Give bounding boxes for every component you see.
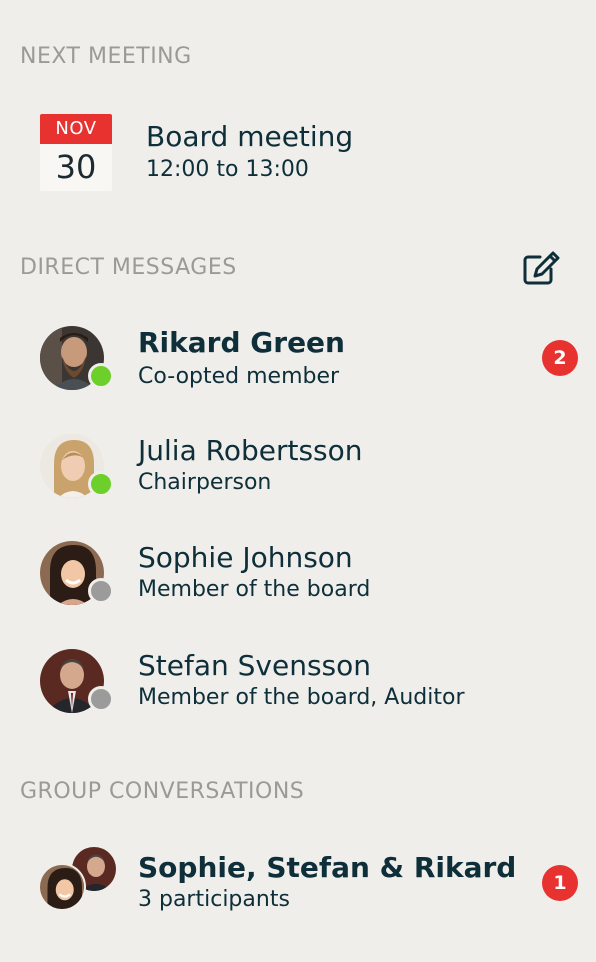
offline-status-indicator xyxy=(88,686,114,712)
contact-name: Julia Robertsson xyxy=(138,434,363,467)
contact-role: Member of the board xyxy=(138,577,371,602)
meeting-time: 12:00 to 13:00 xyxy=(146,157,309,182)
calendar-day: 30 xyxy=(55,148,97,186)
unread-count-badge: 1 xyxy=(542,865,578,901)
dm-item-rikard-green[interactable]: Rikard Green Co-opted member 2 xyxy=(0,310,596,410)
online-status-indicator xyxy=(88,471,114,497)
calendar-date-tile: NOV 30 xyxy=(40,114,112,191)
avatar xyxy=(38,863,86,911)
dm-item-stefan-svensson[interactable]: Stefan Svensson Member of the board, Aud… xyxy=(0,633,596,733)
contact-role: Co-opted member xyxy=(138,364,340,389)
offline-status-indicator xyxy=(88,578,114,604)
calendar-month: NOV xyxy=(40,114,112,144)
compose-icon xyxy=(523,251,560,285)
compose-message-button[interactable] xyxy=(522,250,562,286)
dm-item-julia-robertsson[interactable]: Julia Robertsson Chairperson xyxy=(0,418,596,518)
group-item-sophie-stefan-rikard[interactable]: Sophie, Stefan & Rikard 3 participants 1 xyxy=(0,835,596,935)
section-title-direct-messages: DIRECT MESSAGES xyxy=(20,255,237,280)
contact-name: Stefan Svensson xyxy=(138,649,372,682)
contact-name: Sophie Johnson xyxy=(138,541,353,574)
section-title-next-meeting: NEXT MEETING xyxy=(20,44,192,69)
group-name: Sophie, Stefan & Rikard xyxy=(138,851,517,884)
dm-item-sophie-johnson[interactable]: Sophie Johnson Member of the board xyxy=(0,525,596,625)
contact-role: Member of the board, Auditor xyxy=(138,685,465,710)
section-title-group-conversations: GROUP CONVERSATIONS xyxy=(20,779,305,804)
group-participants-count: 3 participants xyxy=(138,887,290,912)
contact-role: Chairperson xyxy=(138,470,272,495)
unread-count-badge: 2 xyxy=(542,340,578,376)
online-status-indicator xyxy=(88,363,114,389)
contact-name: Rikard Green xyxy=(138,326,345,359)
meeting-title: Board meeting xyxy=(146,120,354,153)
